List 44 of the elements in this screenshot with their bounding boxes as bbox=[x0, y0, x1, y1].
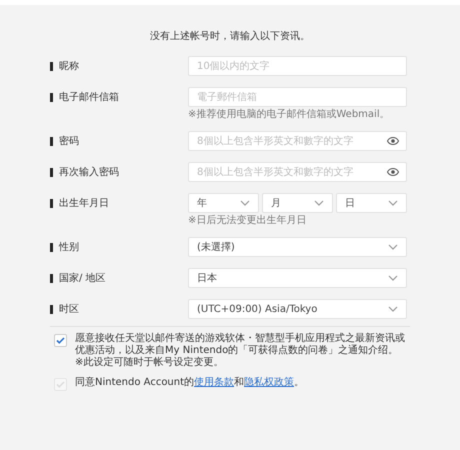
required-marker bbox=[50, 92, 53, 102]
required-marker bbox=[50, 168, 53, 176]
hint-text: ※推荐使用电脑的电子邮件信箱或Webmail。 bbox=[188, 109, 391, 120]
field-label: 昵称 bbox=[59, 60, 79, 74]
input-field[interactable]: 8個以上包含半形英文和數字的文字 bbox=[188, 131, 407, 151]
required-marker bbox=[50, 62, 53, 70]
required-marker bbox=[50, 198, 53, 208]
note-text: ※此设定可随时于帐号设定变更。 bbox=[75, 357, 224, 369]
field-label: 性别 bbox=[59, 240, 79, 254]
chevron-down-icon bbox=[388, 200, 398, 206]
hint-text: ※日后无法变更出生年月日 bbox=[188, 215, 308, 226]
agreement-text: 同意Nintendo Account的使用条款和隐私权政策。 bbox=[75, 377, 304, 389]
required-marker bbox=[50, 136, 53, 146]
chevron-down-icon bbox=[240, 200, 250, 206]
dropdown-select[interactable]: (未選擇) bbox=[188, 237, 407, 257]
eye-icon[interactable] bbox=[387, 168, 399, 176]
chevron-down-icon bbox=[388, 306, 398, 312]
privacy-link[interactable]: 隐私权政策 bbox=[244, 377, 294, 388]
required-marker bbox=[50, 304, 53, 314]
chevron-down-icon bbox=[388, 244, 398, 250]
dropdown-select[interactable]: (UTC+09:00) Asia/Tokyo bbox=[188, 299, 407, 319]
checkbox[interactable] bbox=[54, 334, 67, 347]
checkbox[interactable] bbox=[54, 378, 67, 391]
field-label: 密码 bbox=[59, 134, 79, 148]
eye-icon[interactable] bbox=[387, 137, 399, 145]
field-label: 电子邮件信箱 bbox=[59, 90, 119, 104]
agreement-text: 愿意接收任天堂以邮件寄送的游戏软体・智慧型手机应用程式之最新资讯或优惠活动，以及来自My Nintendo的「可获得点数的问卷」之通知介绍。 bbox=[75, 333, 406, 356]
required-marker bbox=[50, 242, 53, 252]
required-marker bbox=[50, 274, 53, 282]
field-label: 国家/ 地区 bbox=[59, 272, 106, 286]
date-select[interactable]: 年 bbox=[188, 193, 259, 213]
terms-link[interactable]: 使用条款 bbox=[194, 377, 234, 388]
input-field[interactable]: 電子郵件信箱 bbox=[188, 87, 407, 107]
chevron-down-icon bbox=[388, 275, 398, 281]
chevron-down-icon bbox=[314, 200, 324, 206]
dropdown-select[interactable]: 日本 bbox=[188, 268, 407, 288]
field-label: 时区 bbox=[59, 302, 79, 316]
date-select[interactable]: 日 bbox=[336, 193, 407, 213]
input-field[interactable]: 8個以上包含半形英文和數字的文字 bbox=[188, 162, 407, 182]
field-label: 再次输入密码 bbox=[59, 166, 119, 180]
field-label: 出生年月日 bbox=[59, 196, 109, 210]
intro-text: 没有上述帐号时，请输入以下资讯。 bbox=[150, 30, 310, 44]
date-select[interactable]: 月 bbox=[262, 193, 333, 213]
input-field[interactable]: 10個以内的文字 bbox=[188, 56, 407, 76]
